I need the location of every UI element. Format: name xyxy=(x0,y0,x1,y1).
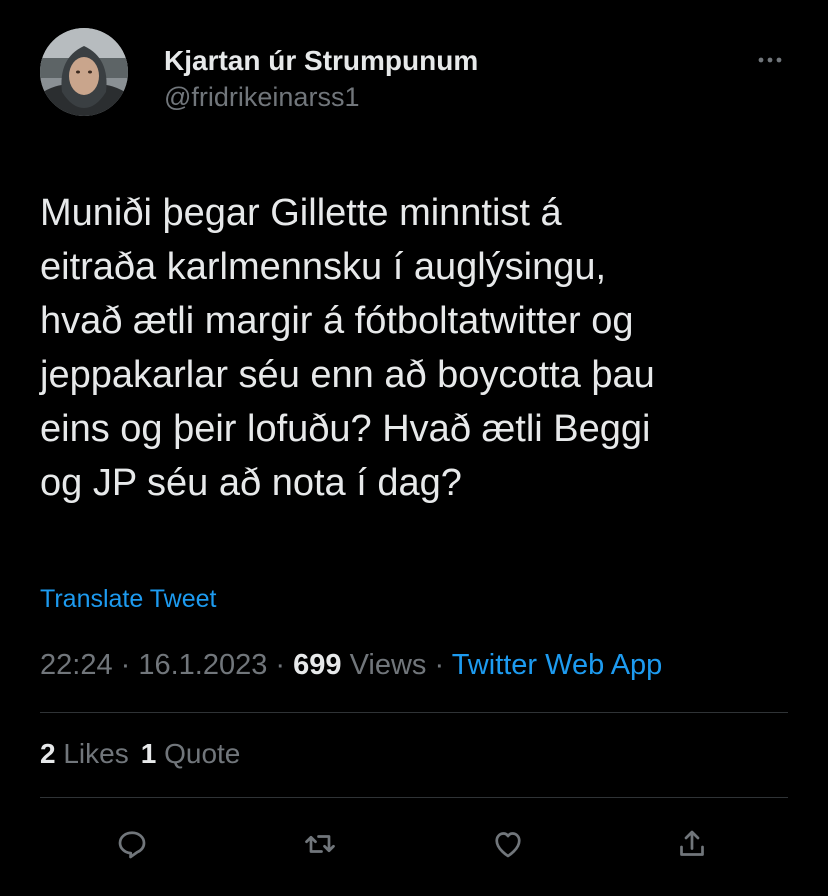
likes-count: 2 xyxy=(40,738,56,769)
likes-label: Likes xyxy=(63,738,129,769)
quotes-label: Quote xyxy=(164,738,241,769)
heart-icon xyxy=(495,832,521,858)
views-label: Views xyxy=(341,649,427,681)
tweet-time[interactable]: 22:24 xyxy=(40,649,113,681)
views-count: 699 xyxy=(293,649,342,681)
quotes-stat[interactable]: 1 Quote xyxy=(141,736,241,772)
tweet-text: Muniði þegar Gillette minntist á eitraða… xyxy=(40,186,800,510)
action-bar xyxy=(0,820,828,868)
like-button[interactable] xyxy=(484,820,532,868)
avatar[interactable] xyxy=(40,28,128,116)
translate-tweet-link[interactable]: Translate Tweet xyxy=(40,582,216,616)
tweet-detail: Kjartan úr Strumpunum @fridrikeinarss1 M… xyxy=(0,0,828,896)
author-handle[interactable]: @fridrikeinarss1 xyxy=(164,80,478,114)
tweet-text-line: Muniði þegar Gillette minntist á xyxy=(40,192,562,234)
share-button[interactable] xyxy=(668,820,716,868)
more-options-button[interactable] xyxy=(750,48,790,72)
divider xyxy=(40,797,788,798)
author-display-name[interactable]: Kjartan úr Strumpunum xyxy=(164,44,478,78)
profile-photo-icon xyxy=(40,28,128,116)
tweet-text-line: eitraða karlmennsku í auglýsingu, xyxy=(40,246,607,288)
meta-separator: · xyxy=(426,649,452,681)
reply-button[interactable] xyxy=(108,820,156,868)
tweet-text-line: og JP séu að nota í dag? xyxy=(40,462,462,504)
share-icon xyxy=(680,830,704,856)
divider xyxy=(40,712,788,713)
meta-separator: · xyxy=(267,649,294,681)
tweet-date[interactable]: 16.1.2023 xyxy=(138,649,267,681)
tweet-text-line: hvað ætli margir á fótboltatwitter og xyxy=(40,300,634,342)
quotes-count: 1 xyxy=(140,738,157,769)
tweet-text-line: eins og þeir lofuðu? Hvað ætli Beggi xyxy=(40,408,651,450)
author-info[interactable]: Kjartan úr Strumpunum @fridrikeinarss1 xyxy=(164,44,478,114)
tweet-meta: 22:24 · 16.1.2023 · 699 Views · Twitter … xyxy=(40,646,662,684)
retweet-button[interactable] xyxy=(296,820,344,868)
more-icon xyxy=(758,57,782,63)
meta-separator: · xyxy=(112,649,139,681)
reply-icon xyxy=(118,831,146,859)
tweet-source-link[interactable]: Twitter Web App xyxy=(452,649,663,681)
retweet-icon xyxy=(305,835,335,853)
likes-stat[interactable]: 2 Likes xyxy=(40,736,129,772)
tweet-text-line: jeppakarlar séu enn að boycotta þau xyxy=(40,354,655,396)
tweet-stats: 2 Likes 1 Quote xyxy=(40,736,252,772)
